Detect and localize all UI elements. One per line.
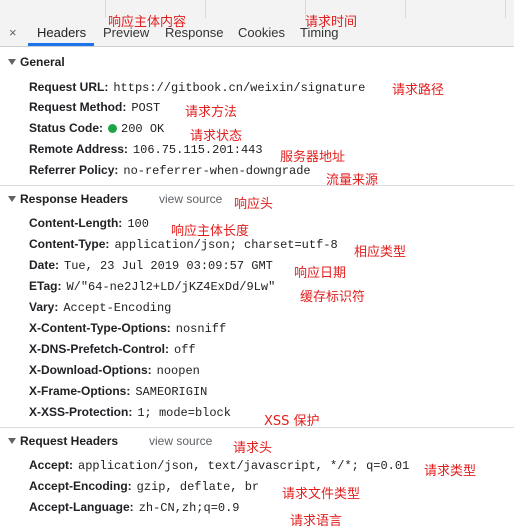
annotation-accept-type: 请求类型 [424,464,477,479]
disclosure-triangle-icon [8,196,16,202]
header-key: Accept-Encoding: [29,479,132,493]
annotation-content-type: 相应类型 [354,245,407,260]
header-key: X-Frame-Options: [29,384,131,398]
header-value: off [174,343,196,357]
header-value: noopen [156,364,200,378]
header-value: zh-CN,zh;q=0.9 [138,501,240,515]
annotation-cache-id: 缓存标识符 [300,290,366,305]
general-row-referrer-policy: Referrer Policy: no-referrer-when-downgra… [29,163,311,178]
header-value: SAMEORIGIN [135,385,208,399]
disclosure-triangle-icon [8,59,16,65]
close-icon[interactable]: × [9,25,17,40]
section-general-header[interactable]: General [0,55,514,75]
header-value: no-referrer-when-downgrade [123,164,311,178]
header-value: W/"64-ne2Jl2+LD/jKZ4ExDd/9Lw" [66,280,276,294]
header-key: Referrer Policy: [29,163,119,177]
header-key: Date: [29,258,60,272]
divider [405,0,406,18]
header-key: X-DNS-Prefetch-Control: [29,342,169,356]
header-key: Content-Type: [29,237,110,251]
header-key: Accept-Language: [29,500,134,514]
section-title: General [20,55,65,69]
section-title: Response Headers [20,192,129,206]
header-key: Accept: [29,458,74,472]
response-header-row: X-Download-Options: noopen [29,363,200,378]
header-value: POST [131,101,161,115]
section-divider [0,427,514,428]
response-header-row: Content-Type: application/json; charset=u… [29,237,338,252]
status-ok-icon [108,124,118,133]
section-title: Request Headers [20,434,119,448]
header-value: Tue, 23 Jul 2019 03:09:57 GMT [64,259,273,273]
general-row-status-code: Status Code: 200 OK [29,121,164,136]
header-value: gzip, deflate, br [136,480,260,494]
request-header-row: Accept: application/json, text/javascript… [29,458,409,473]
annotation-traffic-source: 流量来源 [326,173,379,188]
annotation-accept-language: 请求语言 [290,514,343,529]
header-key: Request Method: [29,100,127,114]
header-value: 1; mode=block [137,406,231,420]
general-row-request-method: Request Method: POST [29,100,160,115]
header-key: X-Content-Type-Options: [29,321,171,335]
annotation-request-path: 请求路径 [392,83,445,98]
active-tab-indicator [28,43,94,46]
annotation-response-body: 响应主体内容 [108,15,187,30]
disclosure-triangle-icon [8,438,16,444]
general-row-request-url: Request URL: https://gitbook.cn/weixin/si… [29,80,365,95]
view-source-link[interactable]: view source [159,192,222,206]
tab-cookies[interactable]: Cookies [238,25,285,40]
header-key: Remote Address: [29,142,128,156]
divider [105,0,106,18]
response-header-row: Date: Tue, 23 Jul 2019 03:09:57 GMT [29,258,273,273]
response-header-row: X-XSS-Protection: 1; mode=block [29,405,231,420]
annotation-response-header: 响应头 [234,197,274,212]
header-key: Request URL: [29,80,109,94]
annotation-request-status: 请求状态 [190,129,243,144]
response-header-row: X-Content-Type-Options: nosniff [29,321,226,336]
annotation-request-method: 请求方法 [185,105,238,120]
header-value: application/json, text/javascript, */*; … [78,459,410,473]
header-key: Status Code: [29,121,104,135]
header-key: Vary: [29,300,59,314]
annotation-request-header: 请求头 [233,441,273,456]
header-value: 106.75.115.201:443 [132,143,263,157]
view-source-link[interactable]: view source [149,434,212,448]
response-header-row: ETag: W/"64-ne2Jl2+LD/jKZ4ExDd/9Lw" [29,279,275,294]
header-value: application/json; charset=utf-8 [114,238,338,252]
annotation-body-length: 响应主体长度 [171,224,250,239]
header-value: 100 [127,217,149,231]
response-header-row: X-Frame-Options: SAMEORIGIN [29,384,207,399]
header-key: ETag: [29,279,62,293]
divider [205,0,206,18]
header-value: 200 OK [121,122,165,136]
annotation-request-time: 请求时间 [305,15,358,30]
response-header-row: Content-Length: 100 [29,216,149,231]
header-value: https://gitbook.cn/weixin/signature [113,81,366,95]
response-header-row: Vary: Accept-Encoding [29,300,171,315]
header-value: Accept-Encoding [63,301,172,315]
tab-headers[interactable]: Headers [37,25,86,40]
section-divider [0,185,514,186]
annotation-response-date: 响应日期 [294,266,347,281]
annotation-xss: XSS 保护 [264,414,320,429]
general-row-remote-address: Remote Address: 106.75.115.201:443 [29,142,263,157]
header-key: X-Download-Options: [29,363,152,377]
header-key: X-XSS-Protection: [29,405,133,419]
annotation-server-address: 服务器地址 [280,150,346,165]
request-header-row: Accept-Language: zh-CN,zh;q=0.9 [29,500,240,515]
annotation-accept-file-type: 请求文件类型 [282,487,361,502]
request-header-row: Accept-Encoding: gzip, deflate, br [29,479,259,494]
response-header-row: X-DNS-Prefetch-Control: off [29,342,196,357]
divider [505,0,506,18]
devtools-tabbar: × Headers Preview Response Cookies Timin… [0,0,514,47]
header-key: Content-Length: [29,216,123,230]
header-value: nosniff [175,322,227,336]
